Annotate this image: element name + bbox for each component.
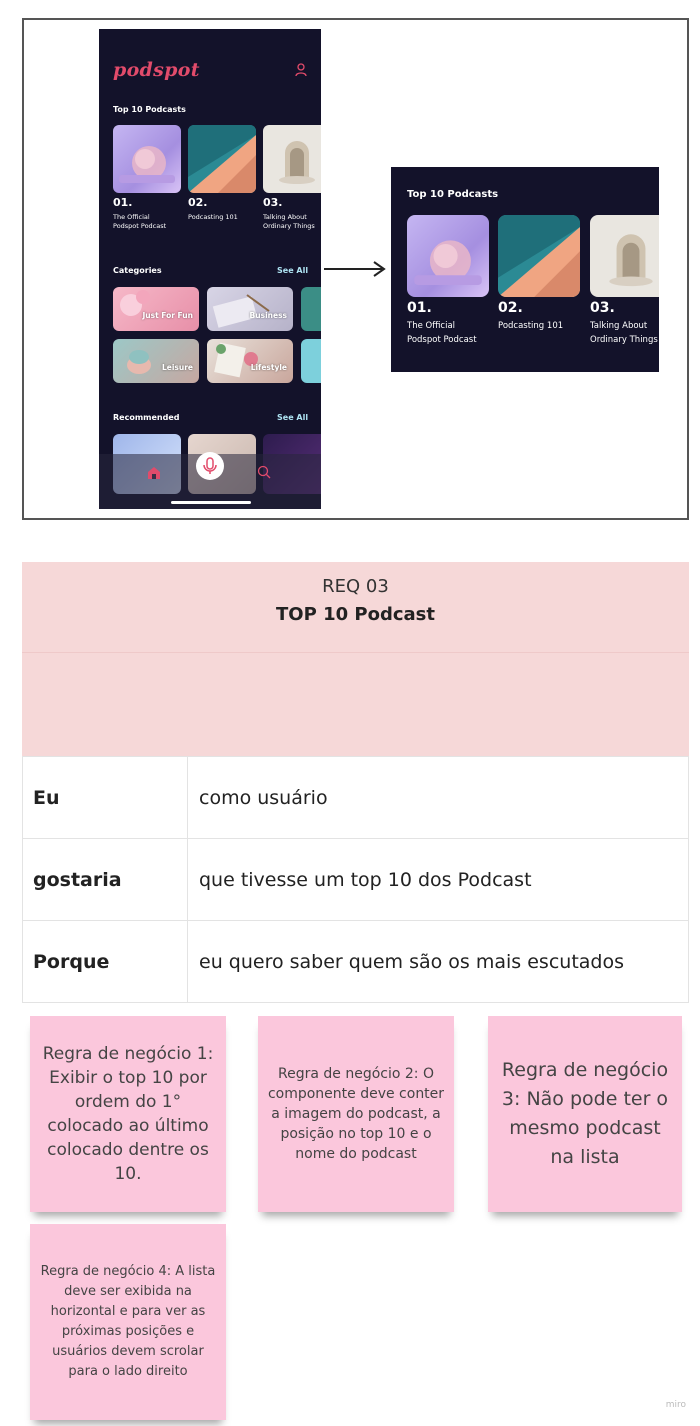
table-row: Eu como usuário bbox=[22, 756, 689, 839]
category-card-leisure[interactable]: Leisure bbox=[113, 339, 199, 383]
requirement-header: REQ 03 TOP 10 Podcast bbox=[22, 562, 689, 756]
user-icon[interactable] bbox=[295, 63, 307, 77]
zoom-podcast-name-2-line1: Podcasting 101 bbox=[498, 321, 564, 331]
sticky-note-rule-2[interactable]: Regra de negócio 2: O componente deve co… bbox=[258, 1016, 454, 1212]
app-logo: podspot bbox=[113, 59, 200, 81]
zoom-podcast-name-1-line1: The Official bbox=[407, 321, 456, 331]
table-row: gostaria que tivesse um top 10 dos Podca… bbox=[22, 838, 689, 921]
category-card-partial[interactable] bbox=[301, 339, 321, 383]
recommended-title: Recommended bbox=[113, 413, 180, 422]
podcast-name-3-line2: Ordinary Things bbox=[263, 222, 315, 230]
story-value: eu quero saber quem são os mais escutado… bbox=[187, 920, 689, 1003]
top10-zoom-panel: Top 10 Podcasts 01. The Official Podspot… bbox=[391, 167, 659, 372]
story-key: gostaria bbox=[22, 838, 188, 921]
requirement-code: REQ 03 bbox=[322, 576, 389, 597]
top10-title: Top 10 Podcasts bbox=[113, 105, 186, 114]
categories-see-all-link[interactable]: See All bbox=[277, 266, 308, 275]
watermark: miro bbox=[665, 1400, 686, 1410]
category-card-business[interactable]: Business bbox=[207, 287, 293, 331]
story-key: Porque bbox=[22, 920, 188, 1003]
sticky-note-rule-1[interactable]: Regra de negócio 1: Exibir o top 10 por … bbox=[30, 1016, 226, 1212]
microphone-icon bbox=[203, 457, 217, 474]
zoom-podcast-position-1: 01. bbox=[407, 300, 432, 316]
zoom-podcast-cover-3[interactable] bbox=[590, 215, 659, 297]
podcast-position-1: 01. bbox=[113, 196, 133, 209]
story-value: como usuário bbox=[187, 756, 689, 839]
home-indicator bbox=[171, 501, 251, 504]
podcast-cover-3[interactable] bbox=[263, 125, 321, 193]
podcast-name-2-line1: Podcasting 101 bbox=[188, 213, 238, 221]
zoom-podcast-name-3-line1: Talking About bbox=[590, 321, 648, 331]
category-card-partial[interactable] bbox=[301, 287, 321, 331]
zoom-podcast-position-2: 02. bbox=[498, 300, 523, 316]
phone-screen: podspot Top 10 Podcasts 01. The Official… bbox=[99, 29, 321, 509]
category-label: Just For Fun bbox=[142, 311, 193, 320]
record-button[interactable] bbox=[196, 452, 224, 480]
recommended-see-all-link[interactable]: See All bbox=[277, 413, 308, 422]
story-key: Eu bbox=[22, 756, 188, 839]
categories-title: Categories bbox=[113, 266, 162, 275]
sticky-note-text: Regra de negócio 4: A lista deve ser exi… bbox=[40, 1264, 216, 1379]
zoom-podcast-cover-2[interactable] bbox=[498, 215, 580, 297]
category-card-lifestyle[interactable]: Lifestyle bbox=[207, 339, 293, 383]
zoom-podcast-cover-1[interactable] bbox=[407, 215, 489, 297]
podcast-name-3-line1: Talking About bbox=[263, 213, 307, 221]
user-story-table: Eu como usuário gostaria que tivesse um … bbox=[22, 756, 689, 1003]
sticky-note-rule-4[interactable]: Regra de negócio 4: A lista deve ser exi… bbox=[30, 1224, 226, 1420]
podcast-position-2: 02. bbox=[188, 196, 208, 209]
zoom-podcast-name-3-line2: Ordinary Things bbox=[590, 335, 658, 345]
search-icon[interactable] bbox=[257, 465, 271, 479]
podcast-position-3: 03. bbox=[263, 196, 283, 209]
header-divider bbox=[22, 652, 689, 653]
table-row: Porque eu quero saber quem são os mais e… bbox=[22, 920, 689, 1003]
category-card-just-for-fun[interactable]: Just For Fun bbox=[113, 287, 199, 331]
story-value: que tivesse um top 10 dos Podcast bbox=[187, 838, 689, 921]
podcast-cover-2[interactable] bbox=[188, 125, 256, 193]
category-label: Lifestyle bbox=[250, 363, 287, 372]
arrow-right-icon bbox=[324, 261, 386, 277]
requirement-title: TOP 10 Podcast bbox=[276, 604, 435, 625]
sticky-note-text: Regra de negócio 3: Não pode ter o mesmo… bbox=[501, 1059, 669, 1168]
sticky-note-text: Regra de negócio 1: Exibir o top 10 por … bbox=[42, 1044, 214, 1184]
home-icon[interactable] bbox=[147, 466, 161, 480]
podcast-name-1-line2: Podspot Podcast bbox=[113, 222, 167, 230]
podcast-name-1-line1: The Official bbox=[113, 213, 150, 221]
category-label: Business bbox=[249, 311, 287, 320]
zoom-podcast-position-3: 03. bbox=[590, 300, 615, 316]
zoom-title: Top 10 Podcasts bbox=[407, 189, 499, 200]
category-label: Leisure bbox=[161, 363, 193, 372]
podcast-cover-1[interactable] bbox=[113, 125, 181, 193]
sticky-note-rule-3[interactable]: Regra de negócio 3: Não pode ter o mesmo… bbox=[488, 1016, 682, 1212]
zoom-podcast-name-1-line2: Podspot Podcast bbox=[407, 335, 477, 345]
sticky-note-text: Regra de negócio 2: O componente deve co… bbox=[267, 1066, 445, 1162]
